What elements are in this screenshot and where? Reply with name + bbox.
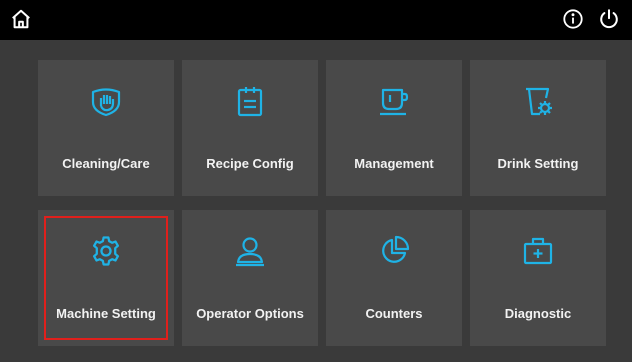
tile-label: Diagnostic [504, 306, 572, 321]
tile-label: Cleaning/Care [62, 156, 150, 171]
tile-operator-options[interactable]: Operator Options [182, 210, 318, 346]
tile-management[interactable]: Management [326, 60, 462, 196]
tile-drink-setting[interactable]: Drink Setting [470, 60, 606, 196]
menu-grid: Cleaning/Care Recipe Config Management D… [38, 60, 606, 353]
drink-gear-icon [526, 87, 552, 116]
clipboard-icon [237, 87, 263, 117]
pie-chart-icon [382, 235, 410, 263]
top-bar [0, 0, 632, 40]
tile-cleaning-care[interactable]: Cleaning/Care [38, 60, 174, 196]
home-icon[interactable] [10, 8, 32, 30]
tile-label: Drink Setting [497, 156, 579, 171]
tile-label: Recipe Config [206, 156, 294, 171]
tile-label: Machine Setting [56, 306, 156, 321]
cleaning-hand-icon [91, 88, 121, 117]
tile-counters[interactable]: Counters [326, 210, 462, 346]
tile-label: Management [354, 156, 434, 171]
tile-recipe-config[interactable]: Recipe Config [182, 60, 318, 196]
tile-machine-setting[interactable]: Machine Setting [38, 210, 174, 346]
user-icon [236, 237, 264, 267]
cup-icon [380, 88, 409, 116]
gear-icon [92, 236, 120, 266]
tile-label: Operator Options [196, 306, 304, 321]
tile-diagnostic[interactable]: Diagnostic [470, 210, 606, 346]
power-icon[interactable] [598, 8, 620, 30]
first-aid-icon [523, 237, 553, 265]
info-icon[interactable] [562, 8, 584, 30]
tile-label: Counters [365, 306, 423, 321]
